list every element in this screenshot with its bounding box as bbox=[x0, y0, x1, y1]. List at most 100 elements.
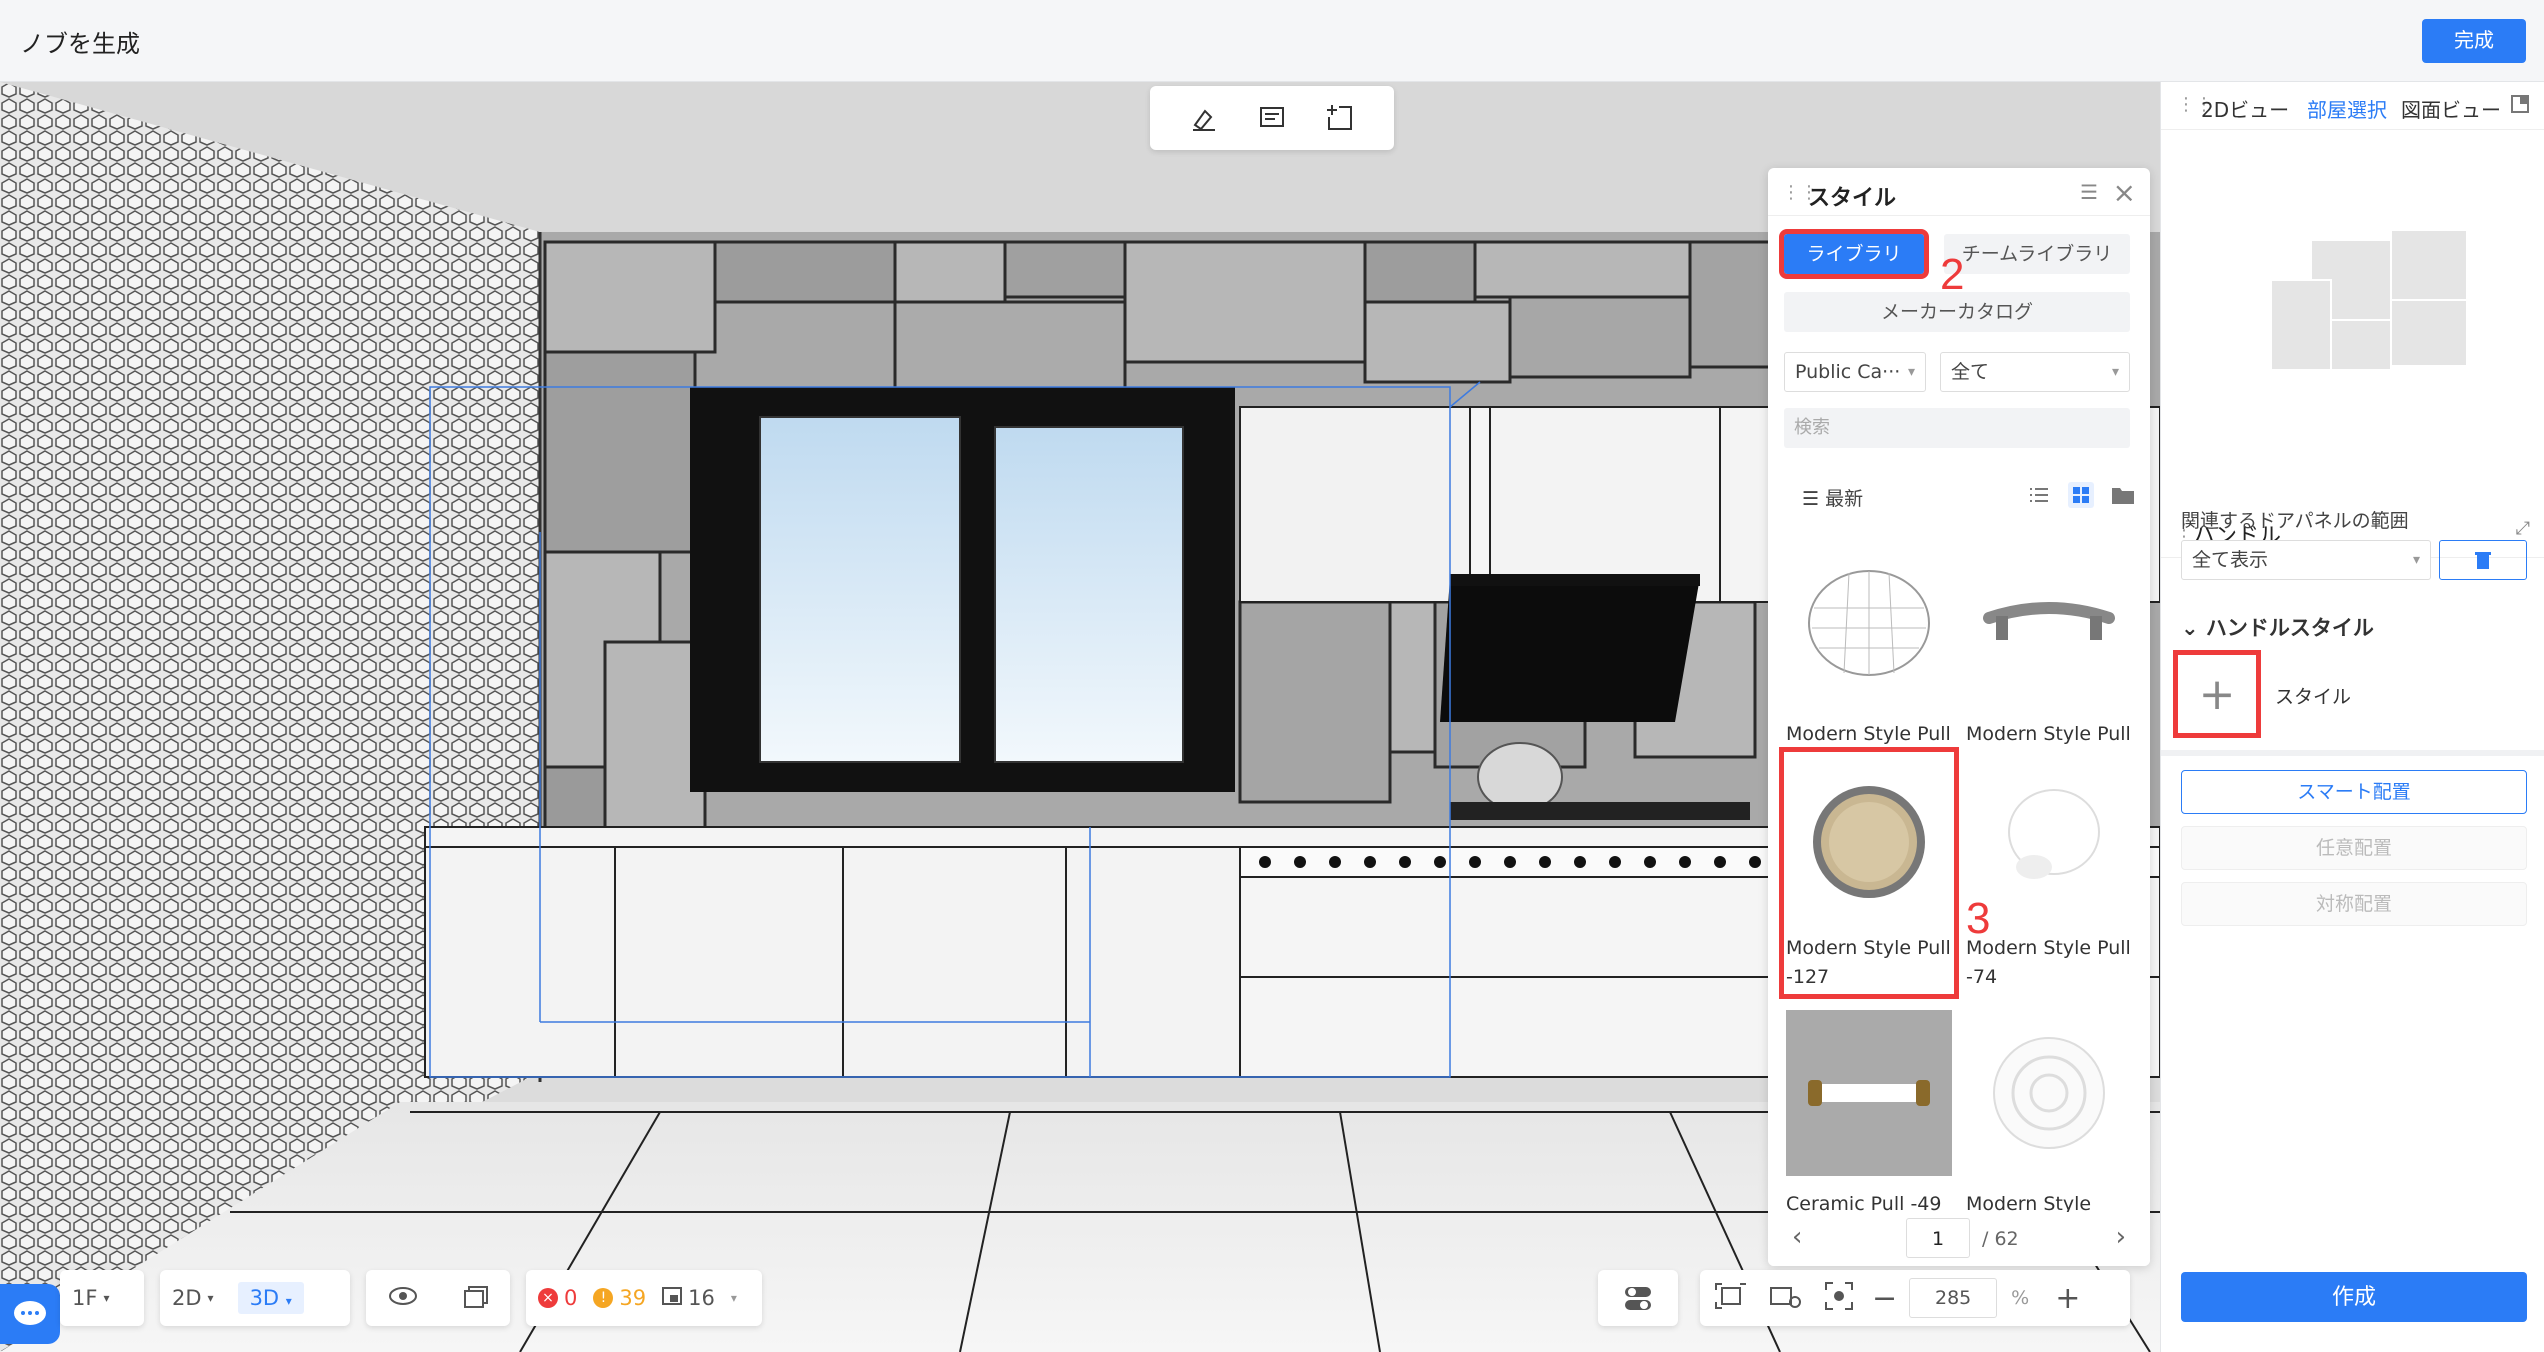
eye-icon[interactable] bbox=[388, 1286, 418, 1311]
style-item[interactable]: Modern Style Pull -74 bbox=[1966, 754, 2132, 992]
top-bar: ノブを生成 完成 bbox=[0, 0, 2544, 82]
chevron-down-icon: ▾ bbox=[103, 1291, 110, 1305]
chevron-right-icon[interactable]: › bbox=[2116, 1222, 2126, 1252]
create-button[interactable]: 作成 bbox=[2181, 1272, 2527, 1322]
chevron-down-icon: ▾ bbox=[2111, 364, 2119, 380]
focus-icon[interactable] bbox=[1824, 1281, 1854, 1316]
mode-3d-label: 3D bbox=[249, 1286, 280, 1310]
divider bbox=[2161, 750, 2544, 756]
sort-dropdown[interactable]: ☰ 最新 bbox=[1802, 484, 1863, 511]
item-label: Modern Style Pull -74 bbox=[1966, 937, 2131, 988]
view-settings-icon[interactable] bbox=[1768, 1282, 1802, 1315]
trash-icon bbox=[2475, 552, 2491, 569]
related-range-label: 関連するドアパネルの範囲 bbox=[2181, 510, 2409, 532]
section-title-text: ハンドルスタイル bbox=[2205, 616, 2374, 640]
item-count-icon bbox=[662, 1286, 683, 1310]
tab-team-library[interactable]: チームライブラリ bbox=[1944, 234, 2130, 274]
item-thumbnail bbox=[1966, 1010, 2132, 1176]
style-label: スタイル bbox=[2275, 686, 2352, 708]
style-item[interactable]: Modern Style Pull -201 bbox=[1966, 540, 2132, 778]
plus-icon: + bbox=[2198, 668, 2236, 720]
add-frame-icon[interactable] bbox=[1320, 98, 1360, 138]
style-item[interactable]: Modern Style bbox=[1966, 1010, 2132, 1219]
chevron-down-icon: ▾ bbox=[1907, 364, 1915, 380]
warning-icon: ! bbox=[593, 1288, 614, 1308]
smart-place-button[interactable]: スマート配置 bbox=[2181, 770, 2527, 814]
tab-library[interactable]: ライブラリ bbox=[1779, 229, 1929, 279]
status-indicators[interactable]: × 0 ! 39 16 ▾ bbox=[526, 1270, 762, 1326]
menu-icon[interactable]: ☰ bbox=[2080, 180, 2098, 204]
view-mode-group bbox=[2026, 482, 2136, 508]
style-item-selected[interactable]: Modern Style Pull -127 bbox=[1779, 747, 1959, 999]
expand-panel-icon[interactable] bbox=[2510, 94, 2530, 118]
zoom-toolbar: − 285 % + bbox=[1700, 1270, 2130, 1326]
toggle-settings[interactable] bbox=[1598, 1270, 1678, 1326]
tab-plan-view[interactable]: 図面ビュー bbox=[2401, 94, 2501, 123]
display-tools bbox=[366, 1270, 510, 1326]
floor-label: 1F bbox=[72, 1286, 98, 1310]
warning-count: 39 bbox=[619, 1286, 647, 1310]
error-icon: × bbox=[538, 1288, 558, 1308]
view-toolbar bbox=[1150, 86, 1394, 150]
tab-room-select[interactable]: 部屋選択 bbox=[2307, 94, 2387, 123]
page-title: ノブを生成 bbox=[20, 30, 140, 58]
total-pages: / 62 bbox=[1982, 1228, 2019, 1250]
page-input[interactable]: 1 bbox=[1906, 1218, 1970, 1258]
floor-plan-minimap[interactable] bbox=[2161, 130, 2544, 470]
add-style-button[interactable]: + bbox=[2173, 650, 2261, 738]
symmetric-place-button[interactable]: 対称配置 bbox=[2181, 882, 2527, 926]
delete-button[interactable] bbox=[2439, 540, 2527, 580]
expand-icon[interactable]: ⤢ bbox=[2516, 518, 2530, 539]
item-count: 16 bbox=[688, 1286, 715, 1310]
error-count: 0 bbox=[564, 1286, 578, 1310]
handle-style-section-title[interactable]: ⌄ ハンドルスタイル bbox=[2181, 612, 2374, 642]
zoom-out-icon[interactable]: − bbox=[1872, 1281, 1897, 1316]
chevron-left-icon[interactable]: ‹ bbox=[1792, 1222, 1802, 1252]
chevron-down-icon: ⌄ bbox=[2181, 616, 2199, 640]
paint-brush-icon[interactable] bbox=[1184, 98, 1224, 138]
free-place-button[interactable]: 任意配置 bbox=[2181, 826, 2527, 870]
style-panel: ⋮⋮ スタイル ☰ × ライブラリ チームライブラリ メーカーカタログ Publ… bbox=[1768, 168, 2150, 1266]
sort-label: 最新 bbox=[1825, 488, 1864, 510]
filter-select-value: 全て bbox=[1951, 361, 1990, 383]
close-icon[interactable]: × bbox=[2113, 176, 2136, 209]
style-item[interactable]: Ceramic Pull -49 bbox=[1786, 1010, 1952, 1219]
chevron-down-icon: ▾ bbox=[207, 1291, 214, 1305]
annotation-number-3: 3 bbox=[1966, 894, 1991, 943]
zoom-in-icon[interactable]: + bbox=[2055, 1281, 2080, 1316]
chevron-down-icon: ▾ bbox=[730, 1291, 737, 1305]
chevron-down-icon: ▾ bbox=[2412, 552, 2420, 568]
floor-selector[interactable]: 1F ▾ bbox=[60, 1270, 144, 1326]
mode-3d-button[interactable]: 3D ▾ bbox=[237, 1282, 304, 1314]
range-select-value: 全て表示 bbox=[2192, 549, 2269, 571]
filter-select[interactable]: 全て ▾ bbox=[1940, 352, 2130, 392]
right-panel: ⋮⋮ 2Dビュー 部屋選択 図面ビュー ⋮ ハンドル ⤢ 関連するドアパネルの範… bbox=[2160, 82, 2544, 1352]
item-thumbnail bbox=[1786, 540, 1952, 706]
mode-2d-label: 2D bbox=[172, 1286, 202, 1310]
chevron-down-icon: ▾ bbox=[285, 1294, 292, 1308]
pagination: ‹ 1 / 62 › bbox=[1768, 1212, 2150, 1266]
done-button[interactable]: 完成 bbox=[2422, 19, 2526, 63]
style-panel-header: ⋮⋮ スタイル ☰ × bbox=[1768, 168, 2150, 216]
range-select[interactable]: 全て表示 ▾ bbox=[2181, 540, 2431, 580]
search-input[interactable]: 検索 bbox=[1784, 408, 2130, 448]
chat-button[interactable] bbox=[0, 1284, 60, 1344]
list-view-icon[interactable] bbox=[2026, 482, 2052, 508]
style-panel-title: スタイル bbox=[1808, 186, 1897, 211]
fit-view-icon[interactable] bbox=[1714, 1282, 1746, 1315]
view-tabs: ⋮⋮ 2Dビュー 部屋選択 図面ビュー bbox=[2161, 82, 2544, 130]
folder-icon[interactable] bbox=[2110, 482, 2136, 508]
percent-label: % bbox=[2011, 1287, 2030, 1309]
annotation-number-2: 2 bbox=[1940, 250, 1965, 299]
tab-2d-view[interactable]: 2Dビュー bbox=[2201, 94, 2289, 123]
notes-icon[interactable] bbox=[1252, 98, 1292, 138]
zoom-input[interactable]: 285 bbox=[1909, 1278, 1998, 1318]
grid-view-icon[interactable] bbox=[2068, 482, 2094, 508]
item-thumbnail bbox=[1786, 1010, 1952, 1176]
item-thumbnail bbox=[1966, 754, 2132, 920]
view-mode-switch: 2D ▾ 3D ▾ bbox=[160, 1270, 350, 1326]
style-item[interactable]: Modern Style Pull -76 bbox=[1786, 540, 1952, 778]
mode-2d-button[interactable]: 2D ▾ bbox=[160, 1286, 226, 1310]
category-select[interactable]: Public Ca··· ▾ bbox=[1784, 352, 1926, 392]
layers-icon[interactable] bbox=[461, 1283, 489, 1314]
